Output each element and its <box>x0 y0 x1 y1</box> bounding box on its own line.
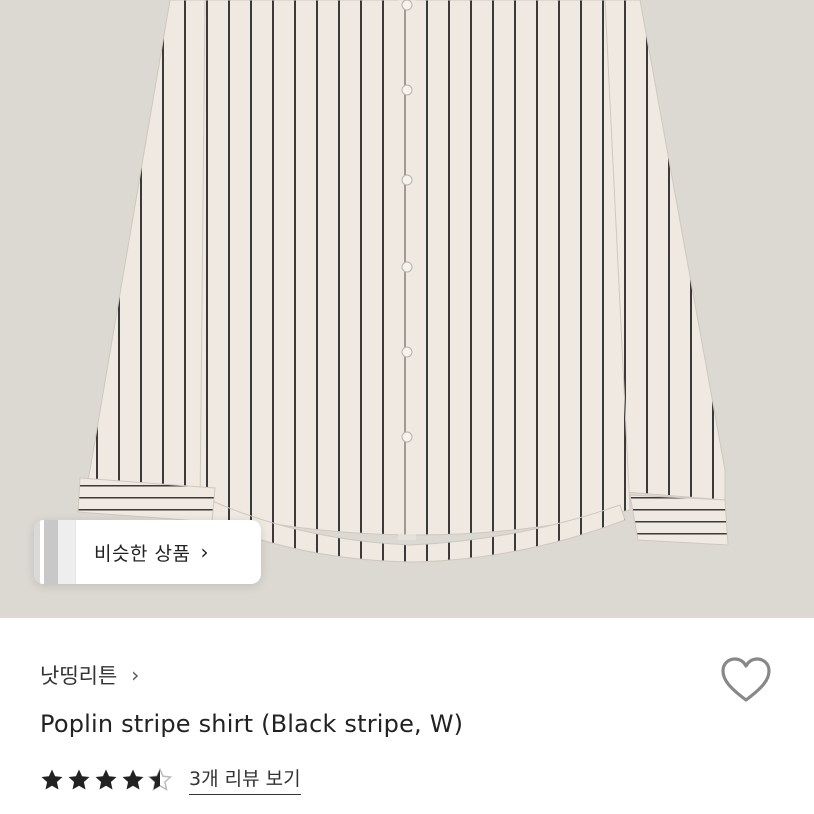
similar-products-button[interactable]: 비슷한 상품 › <box>34 520 261 584</box>
shop-link[interactable]: 낫띵리튼 › <box>40 660 139 690</box>
chevron-right-icon: › <box>131 663 140 687</box>
chevron-right-icon: › <box>200 540 209 564</box>
star-full-icon <box>122 769 144 789</box>
product-title: Poplin stripe shirt (Black stripe, W) <box>40 710 464 738</box>
view-reviews-link[interactable]: 3개 리뷰 보기 <box>189 764 301 795</box>
product-image[interactable]: 비슷한 상품 › <box>0 0 814 618</box>
heart-outline-icon[interactable] <box>720 656 772 704</box>
similar-products-thumbnail <box>34 520 76 584</box>
star-half-icon <box>148 767 172 791</box>
product-info: 낫띵리튼 › Poplin stripe shirt (Black stripe… <box>0 618 814 814</box>
similar-products-label: 비슷한 상품 <box>94 542 191 565</box>
rating-stars <box>40 767 175 792</box>
rating-row: 3개 리뷰 보기 <box>40 764 301 795</box>
star-full-icon <box>95 769 117 789</box>
shop-name: 낫띵리튼 <box>40 664 118 688</box>
star-full-icon <box>41 769 63 789</box>
star-full-icon <box>68 769 90 789</box>
